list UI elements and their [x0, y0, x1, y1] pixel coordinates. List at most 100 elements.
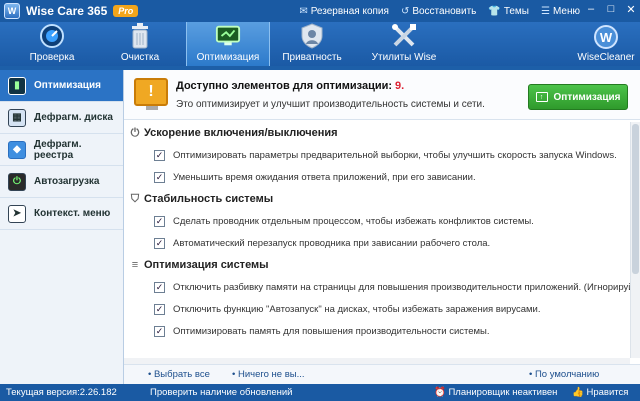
minimize-icon[interactable]: – — [584, 2, 598, 16]
checkbox[interactable]: ✓ — [154, 215, 165, 227]
checkbox[interactable]: ✓ — [154, 281, 165, 293]
tab-check[interactable]: Проверка — [12, 22, 92, 66]
vertical-scrollbar[interactable] — [630, 122, 640, 358]
heading-text: Доступно элементов для оптимизации: — [176, 80, 393, 92]
item-label: Сделать проводник отдельным процессом, ч… — [173, 215, 534, 227]
summary-banner: ! Доступно элементов для оптимизации: 9. … — [124, 70, 640, 120]
optimize-button[interactable]: ↑ Оптимизация — [528, 84, 628, 110]
items-count: 9. — [395, 80, 405, 92]
list-item[interactable]: ✓ Оптимизировать память для повышения пр… — [124, 320, 630, 342]
list-item[interactable]: ✓ Отключить разбивку памяти на страницы … — [124, 276, 630, 298]
themes-link[interactable]: 👕 Темы — [488, 6, 529, 17]
items-available-heading: Доступно элементов для оптимизации: 9. — [176, 80, 404, 92]
scrollbar-thumb[interactable] — [632, 124, 639, 274]
check-updates-link[interactable]: Проверить наличие обновлений — [150, 387, 292, 398]
list-item[interactable]: ✓ Уменьшить время ожидания ответа прилож… — [124, 166, 630, 188]
scheduler-status[interactable]: ⏰ Планировщик неактивен — [434, 387, 557, 398]
item-label: Отключить разбивку памяти на страницы дл… — [173, 281, 630, 293]
shield-icon: ⛉ — [130, 192, 140, 205]
close-icon[interactable]: ✕ — [624, 2, 638, 16]
list-item[interactable]: ✓ Оптимизировать параметры предварительн… — [124, 144, 630, 166]
section-title: Стабильность системы — [144, 193, 274, 205]
list-item[interactable]: ✓ Сделать проводник отдельным процессом,… — [124, 210, 630, 232]
checkbox[interactable]: ✓ — [154, 171, 165, 183]
item-label: Отключить функцию "Автозапуск" на дисках… — [173, 303, 541, 315]
window-controls: – □ ✕ — [584, 2, 638, 16]
status-bar: Текущая версия:2.26.182 Проверить наличи… — [0, 384, 640, 401]
optimize-button-label: Оптимизация — [553, 91, 621, 103]
select-none-link[interactable]: Ничего не вы... — [232, 369, 305, 380]
checkbox[interactable]: ✓ — [154, 303, 165, 315]
restore-icon: ↺ — [400, 5, 410, 17]
item-label: Автоматический перезапуск проводника при… — [173, 237, 491, 249]
sidebar-item-registry-defrag[interactable]: ◆ Дефрагм. реестра — [0, 134, 123, 166]
power-icon: ⏻ — [130, 126, 140, 139]
sidebar: ▮ Оптимизация ▦ Дефрагм. диска ◆ Дефрагм… — [0, 70, 124, 384]
main-panel: ! Доступно элементов для оптимизации: 9. … — [124, 70, 640, 384]
sidebar-item-label: Автозагрузка — [34, 176, 100, 187]
thumbs-up-icon: 👍 — [572, 387, 587, 398]
select-all-link[interactable]: Выбрать все — [148, 369, 210, 380]
list-item[interactable]: ✓ Автоматический перезапуск проводника п… — [124, 232, 630, 254]
version-text: Текущая версия:2.26.182 — [6, 387, 117, 398]
sidebar-item-label: Контекст. меню — [34, 208, 111, 219]
clock-icon: ⏰ — [434, 387, 449, 398]
tab-privacy[interactable]: Приватность — [272, 22, 352, 66]
tab-optimize-label: Оптимизация — [196, 52, 260, 63]
tab-check-label: Проверка — [29, 52, 75, 63]
app-logo-icon: W — [4, 3, 20, 19]
tab-utilities[interactable]: Утилиты Wise — [362, 22, 446, 66]
sidebar-item-label: Дефрагм. диска — [34, 112, 113, 123]
checkbox[interactable]: ✓ — [154, 325, 165, 337]
restore-link[interactable]: ↺ Восстановить — [401, 6, 476, 17]
context-menu-icon: ➤ — [8, 204, 26, 223]
sidebar-item-disk-defrag[interactable]: ▦ Дефрагм. диска — [0, 102, 123, 134]
like-link[interactable]: 👍 Нравится — [572, 387, 628, 398]
section-system: ≡ Оптимизация системы — [124, 254, 630, 276]
monitor-warning-icon: ! — [134, 78, 168, 110]
sidebar-item-label: Дефрагм. реестра — [33, 138, 82, 161]
themes-label: Темы — [503, 5, 529, 17]
item-label: Уменьшить время ожидания ответа приложен… — [173, 171, 476, 183]
restore-label: Восстановить — [412, 5, 477, 17]
section-title: Ускорение включения/выключения — [144, 127, 338, 139]
sidebar-item-label: Оптимизация — [34, 80, 101, 91]
power-icon: ⏻ — [8, 172, 26, 191]
item-label: Оптимизировать память для повышения прои… — [173, 325, 490, 337]
tab-privacy-label: Приватность — [282, 52, 342, 63]
checkbox[interactable]: ✓ — [154, 237, 165, 249]
sidebar-item-context-menu[interactable]: ➤ Контекст. меню — [0, 198, 123, 230]
section-stability: ⛉ Стабильность системы — [124, 188, 630, 210]
wisecleaner-link[interactable]: W WiseCleaner — [576, 22, 636, 66]
menu-icon: ☰ — [541, 5, 550, 17]
item-label: Оптимизировать параметры предварительной… — [173, 149, 617, 161]
monitor-icon: ↑ — [535, 92, 548, 102]
menu-label: Меню — [552, 5, 580, 17]
tab-utilities-label: Утилиты Wise — [371, 52, 437, 63]
like-label: Нравится — [586, 387, 629, 398]
speedometer-icon — [39, 23, 65, 49]
maximize-icon[interactable]: □ — [604, 2, 618, 16]
checkbox[interactable]: ✓ — [154, 149, 165, 161]
shirt-icon: 👕 — [488, 5, 501, 17]
tab-optimize[interactable]: Оптимизация — [186, 22, 270, 66]
sidebar-item-optimize[interactable]: ▮ Оптимизация — [0, 70, 123, 102]
wisecleaner-logo-icon: W — [594, 25, 618, 49]
tab-clean[interactable]: Очистка — [100, 22, 180, 66]
tab-clean-label: Очистка — [120, 52, 160, 63]
section-title: Оптимизация системы — [144, 259, 269, 271]
default-link[interactable]: По умолчанию — [529, 369, 599, 380]
sidebar-item-startup[interactable]: ⏻ Автозагрузка — [0, 166, 123, 198]
main-toolbar: Проверка Очистка Оптимизация Приватность… — [0, 22, 640, 66]
list-item[interactable]: ✓ Отключить функцию "Автозапуск" на диск… — [124, 298, 630, 320]
optimize-icon — [215, 23, 241, 49]
wisecleaner-label: WiseCleaner — [577, 52, 635, 63]
banner-subtext: Это оптимизирует и улучшит производитель… — [176, 99, 485, 110]
gauge-icon: ▮ — [8, 76, 26, 95]
pro-badge: Pro — [113, 5, 139, 17]
backup-link[interactable]: ✉ Резервная копия — [299, 6, 389, 17]
registry-defrag-icon: ◆ — [8, 140, 26, 159]
selection-links: Выбрать все Ничего не вы... По умолчанию — [124, 364, 640, 384]
menu-link[interactable]: ☰ Меню — [541, 6, 580, 17]
trash-icon — [127, 23, 153, 49]
